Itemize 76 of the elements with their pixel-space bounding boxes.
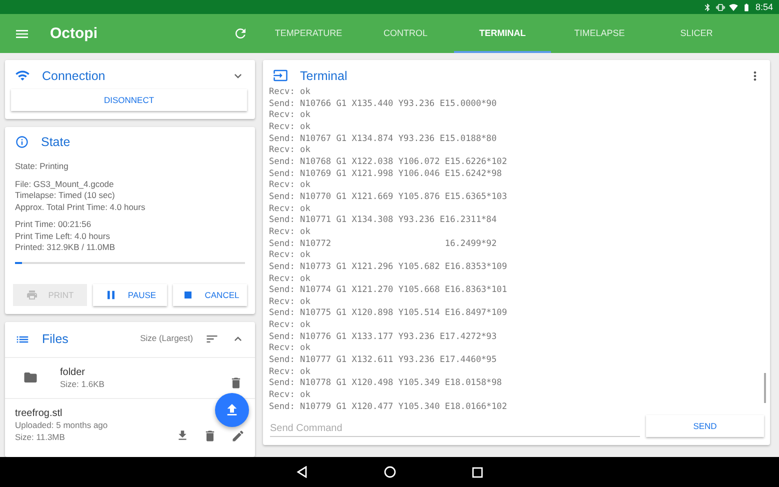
bluetooth-icon bbox=[703, 2, 712, 12]
log-line: Send: N10770 G1 X121.669 Y105.876 E15.6365*103 bbox=[269, 192, 508, 204]
folder-icon bbox=[23, 370, 38, 386]
file-details: Size: 1.6KB bbox=[60, 378, 106, 390]
state-text: Timelapse: Timed (10 sec) bbox=[15, 190, 116, 202]
log-line: Send: N10774 G1 X121.270 Y105.668 E16.8363*101 bbox=[269, 285, 508, 297]
card-title: Connection bbox=[42, 68, 106, 82]
upload-button[interactable] bbox=[215, 393, 249, 427]
state-text: Print Time Left: 4.0 hours bbox=[15, 230, 111, 242]
tab[interactable]: TERMINAL bbox=[454, 14, 551, 53]
log-line: Send: N10775 G1 X120.898 Y105.514 E16.8497*109 bbox=[269, 308, 508, 320]
log-line: Send: N10779 G1 X120.477 Y105.340 E18.0166*102 bbox=[269, 402, 508, 409]
tab[interactable]: CONTROL bbox=[357, 14, 454, 53]
info-icon bbox=[15, 135, 29, 149]
app-title: Octopi bbox=[50, 25, 98, 42]
log-line: Recv: ok bbox=[269, 122, 312, 134]
disconnect-button[interactable]: DISONNECT bbox=[11, 89, 247, 111]
scrollbar[interactable] bbox=[764, 373, 766, 403]
download-icon[interactable] bbox=[176, 429, 189, 442]
log-line: Send: N10776 G1 X133.177 Y93.236 E17.4272*93 bbox=[269, 332, 498, 344]
log-line: Recv: ok bbox=[269, 204, 312, 216]
pause-button[interactable]: PAUSE bbox=[93, 284, 167, 306]
log-line: Recv: ok bbox=[269, 110, 312, 122]
log-line: Recv: ok bbox=[269, 87, 312, 99]
log-line: Send: N10767 G1 X134.874 Y93.236 E15.0188*80 bbox=[269, 134, 498, 146]
terminal-icon bbox=[273, 68, 288, 83]
log-line: Send: N10766 G1 X135.440 Y93.236 E15.0000*90 bbox=[269, 98, 498, 110]
battery-icon bbox=[742, 2, 752, 12]
state-text: Printed: 312.9KB / 11.0MB bbox=[15, 242, 116, 254]
card-title: Files bbox=[42, 332, 70, 346]
delete-icon[interactable] bbox=[203, 429, 217, 443]
file-details: Uploaded: 5 months ago bbox=[15, 420, 109, 432]
log-line: Recv: ok bbox=[269, 145, 312, 157]
vibrate-icon bbox=[716, 2, 726, 12]
command-field[interactable]: Send Command bbox=[270, 421, 640, 437]
tab[interactable]: TIMELAPSE bbox=[551, 14, 648, 53]
state-text: Approx. Total Print Time: 4.0 hours bbox=[15, 202, 146, 213]
log-line: Send: N10777 G1 X132.611 Y93.236 E17.4460*95 bbox=[269, 355, 498, 367]
refresh-icon[interactable] bbox=[233, 26, 248, 41]
home-icon[interactable] bbox=[384, 466, 396, 478]
tab[interactable]: SLICER bbox=[648, 14, 745, 53]
log-line: Recv: ok bbox=[269, 296, 312, 308]
log-line: Send: N10768 G1 X122.038 Y106.072 E15.6226*102 bbox=[269, 156, 508, 169]
log-line: Recv: ok bbox=[269, 250, 312, 262]
sort-label[interactable]: Size (Largest) bbox=[140, 333, 193, 345]
log-line: Send: N10771 G1 X134.308 Y93.236 E16.2311*84 bbox=[269, 215, 498, 227]
log-line: Recv: ok bbox=[269, 343, 312, 356]
edit-icon[interactable] bbox=[231, 429, 245, 443]
card-title: State bbox=[41, 135, 72, 149]
log-line: Send: N10773 G1 X121.296 Y105.682 E16.8353*109 bbox=[269, 262, 508, 274]
recents-icon[interactable] bbox=[472, 466, 483, 478]
log-line: Recv: ok bbox=[269, 366, 312, 378]
log-line: Recv: ok bbox=[269, 320, 312, 332]
send-button[interactable]: SEND bbox=[646, 415, 764, 437]
state-text: File: GS3_Mount_4.gcode bbox=[15, 178, 115, 190]
log-line: Send: N10769 G1 X121.998 Y106.046 E15.6242*98 bbox=[269, 168, 503, 180]
card-title: Terminal bbox=[300, 68, 348, 82]
log-line: Recv: ok bbox=[269, 180, 312, 192]
back-icon[interactable] bbox=[296, 466, 308, 478]
log-line: Recv: ok bbox=[269, 274, 312, 286]
wifi-icon bbox=[15, 68, 30, 83]
print-icon bbox=[26, 288, 38, 300]
log-line: Recv: ok bbox=[269, 226, 312, 239]
log-line: Send: N10778 G1 X120.498 Y105.349 E18.0158*98 bbox=[269, 378, 503, 390]
file-name[interactable]: treefrog.stl bbox=[15, 407, 162, 420]
file-details: Size: 11.3MB bbox=[15, 432, 66, 443]
wifi-icon bbox=[729, 2, 738, 12]
tab[interactable]: TEMPERATURE bbox=[260, 14, 357, 53]
file-name[interactable]: folder bbox=[60, 366, 215, 378]
cancel-button[interactable]: CANCEL bbox=[173, 284, 247, 306]
state-text: Print Time: 00:21:56 bbox=[15, 219, 92, 230]
delete-icon[interactable] bbox=[229, 376, 243, 390]
log-line: Send: N10772 16.2499*92 bbox=[269, 238, 498, 250]
state-text: State: Printing bbox=[15, 161, 70, 172]
clock-time: 8:54 bbox=[755, 2, 773, 12]
log-line: Recv: ok bbox=[269, 390, 312, 402]
